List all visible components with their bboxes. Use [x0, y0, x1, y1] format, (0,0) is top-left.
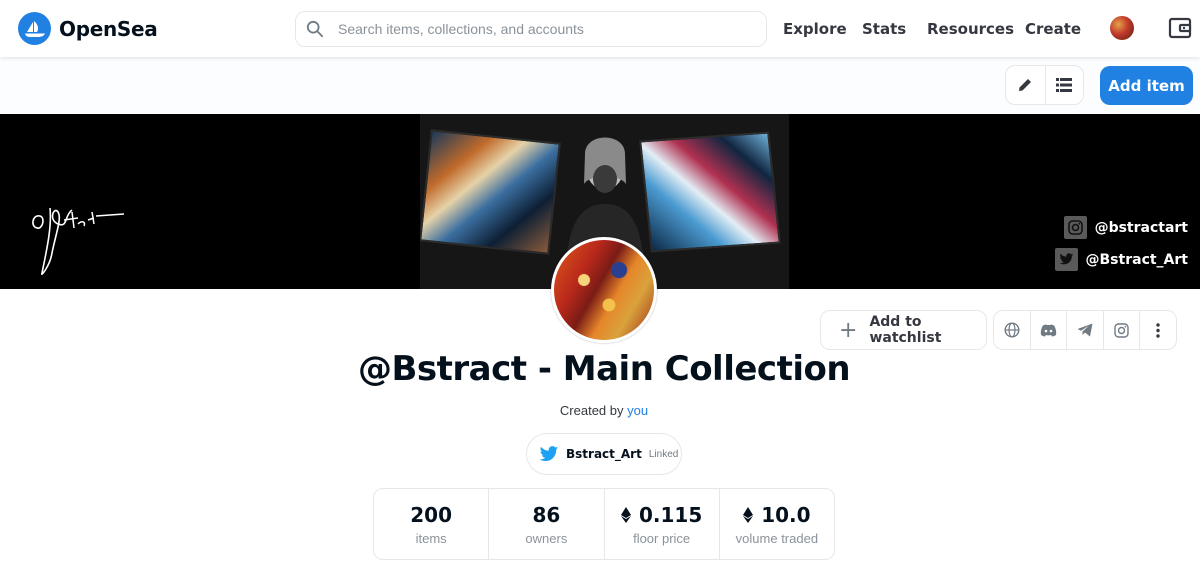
stat-floor-price[interactable]: 0.115 floor price	[603, 489, 719, 559]
edit-button[interactable]	[1006, 66, 1045, 104]
stat-owners-value: 86	[532, 503, 560, 527]
plus-icon: +	[839, 317, 858, 343]
nav-create-link[interactable]: Create	[1025, 20, 1081, 38]
painting-left	[420, 129, 561, 255]
globe-icon	[1004, 322, 1020, 338]
banner-instagram-line: @bstractart	[1063, 216, 1188, 239]
stat-volume-value: 10.0	[743, 502, 811, 527]
top-navbar: OpenSea Explore Stats Resources Create	[0, 0, 1200, 57]
search-input[interactable]	[338, 21, 738, 37]
stat-volume-number: 10.0	[761, 502, 811, 527]
instagram-icon	[1063, 216, 1087, 239]
stat-floor-number: 0.115	[638, 502, 703, 527]
add-to-watchlist-button[interactable]: + Add to watchlist	[820, 310, 987, 350]
more-options-button[interactable]	[1139, 311, 1176, 349]
social-links-group	[993, 310, 1177, 350]
stat-floor-value: 0.115	[620, 502, 703, 527]
signature-logo	[32, 207, 125, 275]
twitter-icon	[539, 445, 559, 461]
wallet-icon[interactable]	[1168, 16, 1192, 40]
banner-twitter-handle: @Bstract_Art	[1085, 251, 1188, 268]
stat-floor-label: floor price	[633, 530, 691, 546]
opensea-logo-icon	[18, 12, 51, 45]
stat-volume-label: volume traded	[735, 530, 819, 546]
created-by-label: Created by	[559, 403, 624, 418]
eth-icon	[620, 506, 631, 523]
banner-instagram-handle: @bstractart	[1094, 219, 1188, 236]
painting-right	[639, 131, 781, 253]
edit-tools-group	[1005, 65, 1084, 105]
stat-items-value: 200	[410, 503, 452, 527]
eth-icon	[743, 506, 754, 523]
website-button[interactable]	[994, 311, 1030, 349]
collection-title: @Bstract - Main Collection	[357, 349, 851, 389]
stat-items[interactable]: 200 items	[374, 489, 488, 559]
twitter-linked-status: Linked	[648, 448, 679, 460]
nav-stats-link[interactable]: Stats	[862, 20, 906, 38]
collection-avatar[interactable]	[551, 237, 657, 343]
telegram-icon	[1077, 323, 1093, 337]
opensea-logo[interactable]: OpenSea	[18, 12, 158, 45]
discord-icon	[1040, 324, 1057, 336]
search-icon	[306, 20, 324, 38]
watchlist-label: Add to watchlist	[869, 314, 942, 346]
creator-link[interactable]: you	[627, 403, 648, 418]
search-bar[interactable]	[295, 11, 767, 47]
nav-explore-link[interactable]: Explore	[783, 20, 847, 38]
brand-name: OpenSea	[59, 16, 158, 41]
more-icon	[1156, 322, 1160, 338]
stat-owners-label: owners	[525, 530, 568, 546]
instagram-button[interactable]	[1102, 311, 1140, 349]
created-by-line: Created by you	[0, 403, 1200, 418]
nav-resources-link[interactable]: Resources	[927, 20, 1014, 38]
instagram-icon	[1114, 322, 1129, 338]
list-icon	[1056, 78, 1073, 92]
telegram-button[interactable]	[1066, 311, 1103, 349]
list-view-button[interactable]	[1044, 66, 1084, 104]
stat-items-label: items	[415, 530, 447, 546]
stat-volume-traded[interactable]: 10.0 volume traded	[718, 489, 834, 559]
banner-twitter-line: @Bstract_Art	[1054, 248, 1188, 271]
stat-owners-number: 86	[532, 502, 561, 527]
stat-owners[interactable]: 86 owners	[488, 489, 603, 559]
collection-stats: 200 items 86 owners 0.115 floor price 10…	[373, 488, 835, 560]
profile-avatar[interactable]	[1110, 16, 1134, 40]
twitter-handle: Bstract_Art	[566, 447, 642, 461]
twitter-linked-badge[interactable]: Bstract_Art Linked	[526, 433, 682, 475]
pencil-icon	[1019, 79, 1032, 91]
discord-button[interactable]	[1029, 311, 1067, 349]
stat-items-number: 200	[410, 502, 452, 527]
twitter-icon	[1054, 248, 1078, 271]
add-item-button[interactable]: Add item	[1100, 66, 1193, 105]
collection-toolbar: Add item	[0, 57, 1200, 114]
